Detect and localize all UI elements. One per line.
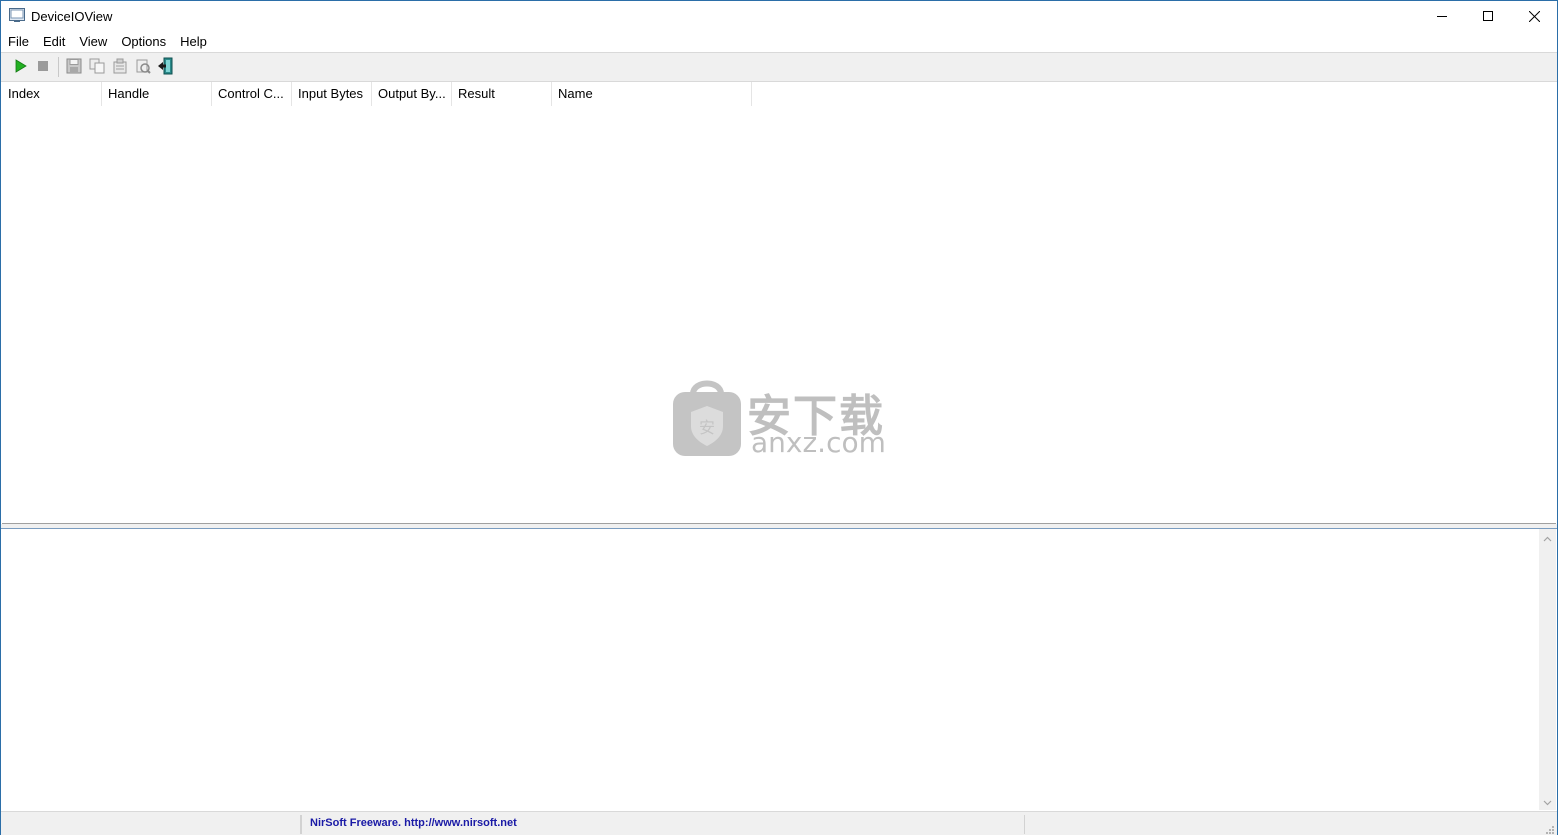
minimize-button[interactable] [1419, 1, 1465, 31]
column-header-handle[interactable]: Handle [102, 82, 212, 106]
minimize-icon [1437, 11, 1447, 21]
copy-icon [89, 58, 105, 77]
vertical-scrollbar[interactable] [1539, 529, 1556, 810]
column-header-name[interactable]: Name [552, 82, 752, 106]
shield-bag-icon: 安 [671, 376, 743, 461]
properties-button[interactable] [110, 57, 130, 77]
maximize-icon [1483, 11, 1493, 21]
ioctl-list[interactable]: Index Handle Control C... Input Bytes Ou… [2, 82, 1556, 524]
watermark-text-url: anxz.com [751, 426, 886, 459]
menu-options[interactable]: Options [114, 31, 173, 51]
menu-help[interactable]: Help [173, 31, 214, 51]
toolbar [1, 52, 1557, 82]
save-icon [66, 58, 82, 77]
detail-pane[interactable] [2, 529, 1556, 810]
column-header-output-bytes[interactable]: Output By... [372, 82, 452, 106]
menu-bar: File Edit View Options Help [1, 31, 1557, 51]
stop-icon [37, 60, 49, 75]
column-header-index[interactable]: Index [2, 82, 102, 106]
resize-grip-icon[interactable] [1545, 823, 1555, 834]
chevron-up-icon [1543, 530, 1552, 545]
window-title: DeviceIOView [31, 9, 113, 24]
properties-icon [112, 58, 128, 77]
status-bar: NirSoft Freeware. http://www.nirsoft.net [1, 811, 1557, 835]
app-icon [9, 8, 25, 23]
play-icon [13, 58, 27, 76]
column-header-input-bytes[interactable]: Input Bytes [292, 82, 372, 106]
maximize-button[interactable] [1465, 1, 1511, 31]
title-bar: DeviceIOView [1, 1, 1557, 31]
stop-button[interactable] [33, 57, 53, 77]
menu-view[interactable]: View [72, 31, 114, 51]
save-button[interactable] [64, 57, 84, 77]
column-header-control-code[interactable]: Control C... [212, 82, 292, 106]
close-icon [1528, 10, 1540, 22]
column-header-result[interactable]: Result [452, 82, 552, 106]
nirsoft-link[interactable]: NirSoft Freeware. http://www.nirsoft.net [310, 817, 517, 829]
start-button[interactable] [10, 57, 30, 77]
status-cell-1 [1, 815, 301, 834]
list-header: Index Handle Control C... Input Bytes Ou… [2, 82, 752, 106]
options-icon [135, 58, 151, 77]
exit-icon [157, 57, 175, 78]
exit-button[interactable] [156, 57, 176, 77]
close-button[interactable] [1511, 1, 1557, 31]
menu-edit[interactable]: Edit [36, 31, 72, 51]
chevron-down-icon [1543, 794, 1552, 809]
app-window: DeviceIOView File Edit View Options Help [0, 0, 1558, 835]
copy-button[interactable] [87, 57, 107, 77]
options-button[interactable] [133, 57, 153, 77]
svg-text:安: 安 [699, 418, 715, 437]
menu-file[interactable]: File [1, 31, 36, 51]
toolbar-separator [58, 57, 59, 77]
scroll-down-button[interactable] [1539, 793, 1556, 810]
watermark: 安 安下载 anxz.com [671, 376, 886, 461]
scroll-up-button[interactable] [1539, 529, 1556, 546]
